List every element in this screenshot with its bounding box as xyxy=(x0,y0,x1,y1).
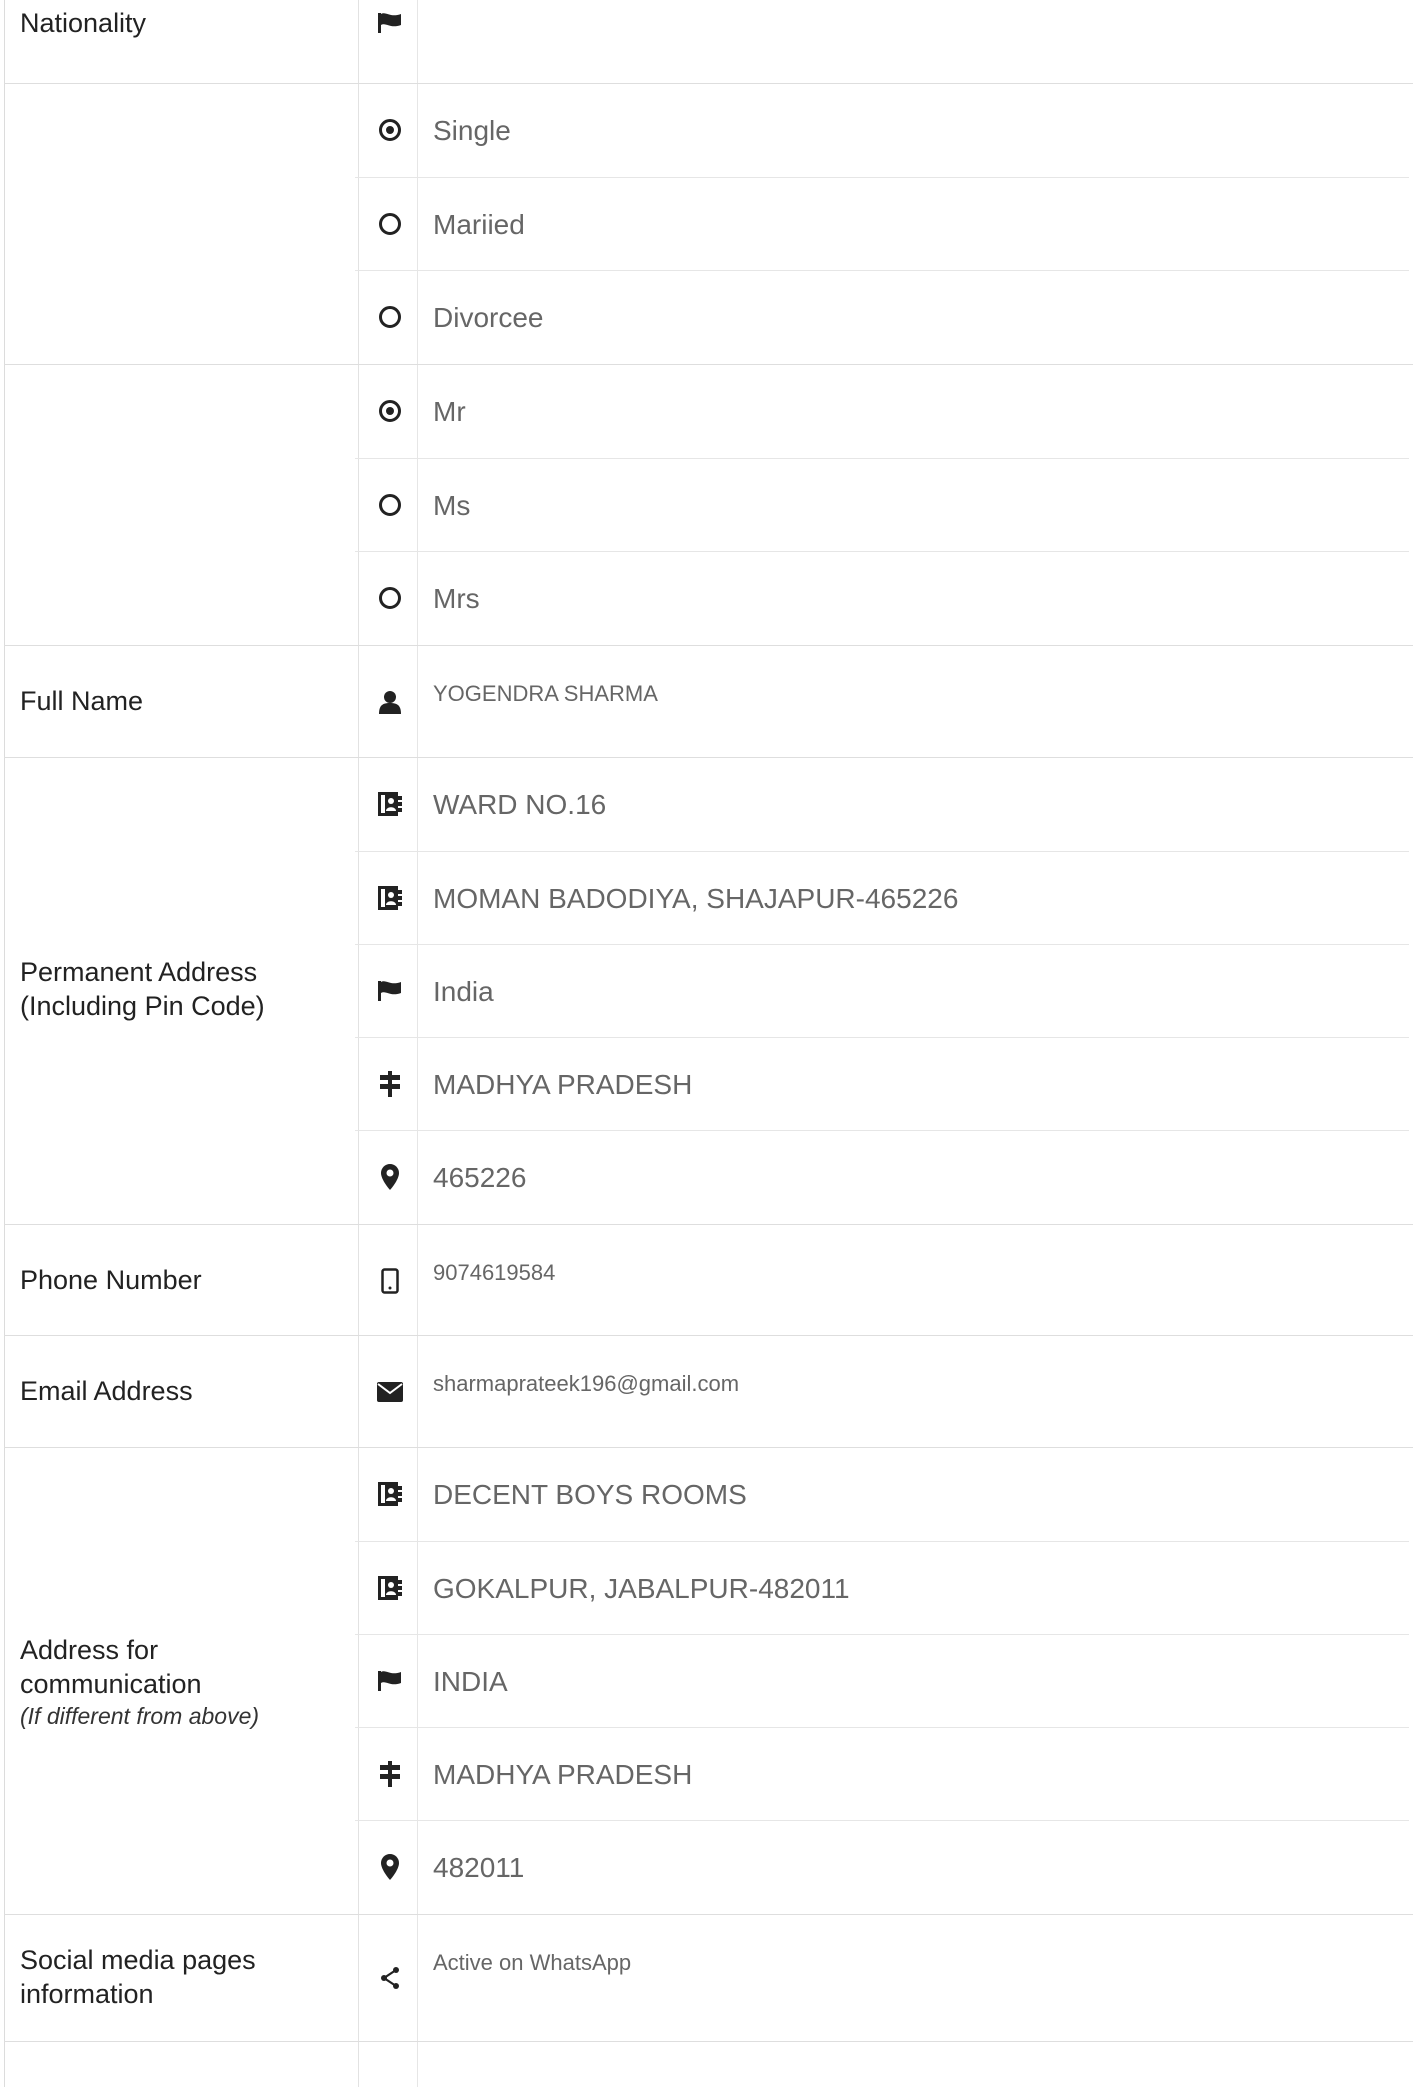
permanent-address-line1[interactable]: WARD NO.16 xyxy=(433,758,606,851)
communication-pin[interactable]: 482011 xyxy=(433,1821,524,1914)
email-field[interactable]: sharmaprateek196@gmail.com xyxy=(355,1336,1409,1447)
address-book-icon xyxy=(375,883,405,913)
radio-button-mrs[interactable] xyxy=(379,587,401,609)
communication-address-line2[interactable]: GOKALPUR, JABALPUR-482011 xyxy=(433,1542,850,1635)
social-media-field[interactable]: Active on WhatsApp xyxy=(355,1915,1409,2041)
radio-option-ms[interactable]: Ms xyxy=(355,458,1409,551)
radio-option-single[interactable]: Single xyxy=(355,84,1409,177)
radio-button-ms[interactable] xyxy=(379,494,401,516)
communication-address-row: Address for communication (If different … xyxy=(4,1447,1413,1914)
map-marker-icon xyxy=(375,1162,405,1192)
full-name-label: Full Name xyxy=(20,686,144,716)
radio-single-icon xyxy=(375,115,405,145)
permanent-country[interactable]: India xyxy=(433,945,494,1038)
flag-icon xyxy=(375,976,405,1006)
radio-label-ms: Ms xyxy=(433,490,471,521)
communication-country-field[interactable]: INDIA xyxy=(355,1634,1409,1727)
signpost-icon xyxy=(375,1759,405,1789)
email-label: Email Address xyxy=(20,1376,193,1406)
radio-ms-icon xyxy=(375,490,405,520)
permanent-address-line2[interactable]: MOMAN BADODIYA, SHAJAPUR-465226 xyxy=(433,852,958,945)
social-media-label-line2: information xyxy=(20,1979,154,2009)
marital-status-row: Single Mariied Divorcee xyxy=(4,83,1413,364)
communication-address-line1-field[interactable]: DECENT BOYS ROOMS xyxy=(355,1448,1409,1541)
social-media-label-line1: Social media pages xyxy=(20,1945,256,1975)
address-book-icon xyxy=(375,1479,405,1509)
communication-address-label-line1: Address for xyxy=(20,1635,159,1665)
email-row: Email Address sharmaprateek196@gmail.com xyxy=(4,1335,1413,1447)
permanent-state-field[interactable]: MADHYA PRADESH xyxy=(355,1037,1409,1130)
radio-mr-icon xyxy=(375,396,405,426)
radio-button-married[interactable] xyxy=(379,213,401,235)
radio-option-divorcee[interactable]: Divorcee xyxy=(355,270,1409,363)
permanent-pin[interactable]: 465226 xyxy=(433,1131,526,1224)
signpost-icon xyxy=(375,1069,405,1099)
radio-divorcee-icon xyxy=(375,302,405,332)
radio-label-single: Single xyxy=(433,115,511,146)
full-name-value[interactable]: YOGENDRA SHARMA xyxy=(433,679,658,709)
radio-option-mr[interactable]: Mr xyxy=(355,365,1409,458)
radio-married-icon xyxy=(375,209,405,239)
communication-pin-field[interactable]: 482011 xyxy=(355,1820,1409,1913)
email-value[interactable]: sharmaprateek196@gmail.com xyxy=(433,1369,739,1399)
application-form: Nationality Single Mariied Divorcee Mr M… xyxy=(0,0,1413,2087)
communication-address-note: (If different from above) xyxy=(20,1703,260,1729)
radio-button-mr[interactable] xyxy=(379,400,401,422)
radio-button-divorcee[interactable] xyxy=(379,306,401,328)
permanent-pin-field[interactable]: 465226 xyxy=(355,1130,1409,1223)
permanent-address-label-line1: Permanent Address xyxy=(20,957,258,987)
phone-row: Phone Number 9074619584 xyxy=(4,1224,1413,1335)
map-marker-icon xyxy=(375,1852,405,1882)
permanent-address-label-line2: (Including Pin Code) xyxy=(20,991,265,1021)
next-row xyxy=(4,2041,1413,2087)
communication-address-label-line2: communication xyxy=(20,1669,202,1699)
nationality-row: Nationality xyxy=(4,0,1413,83)
full-name-row: Full Name YOGENDRA SHARMA xyxy=(4,645,1413,757)
full-name-field[interactable]: YOGENDRA SHARMA xyxy=(355,646,1409,757)
permanent-address-label: Permanent Address (Including Pin Code) xyxy=(20,955,265,1023)
permanent-address-line2-field[interactable]: MOMAN BADODIYA, SHAJAPUR-465226 xyxy=(355,851,1409,944)
radio-label-mr: Mr xyxy=(433,396,466,427)
radio-label-married: Mariied xyxy=(433,209,525,240)
radio-label-divorcee: Divorcee xyxy=(433,302,544,333)
permanent-address-line1-field[interactable]: WARD NO.16 xyxy=(355,758,1409,851)
share-icon xyxy=(375,1963,405,1993)
address-book-icon xyxy=(375,1573,405,1603)
mobile-icon xyxy=(375,1266,405,1296)
radio-option-mrs[interactable]: Mrs xyxy=(355,551,1409,644)
communication-country[interactable]: INDIA xyxy=(433,1635,508,1728)
communication-state-field[interactable]: MADHYA PRADESH xyxy=(355,1727,1409,1820)
social-media-label: Social media pages information xyxy=(20,1943,256,2011)
radio-button-single[interactable] xyxy=(379,119,401,141)
flag-icon xyxy=(375,1666,405,1696)
address-book-icon xyxy=(375,789,405,819)
social-media-value[interactable]: Active on WhatsApp xyxy=(433,1948,631,1978)
nationality-label: Nationality xyxy=(20,8,147,38)
social-media-row: Social media pages information Active on… xyxy=(4,1914,1413,2041)
communication-address-line1[interactable]: DECENT BOYS ROOMS xyxy=(433,1448,747,1541)
radio-option-married[interactable]: Mariied xyxy=(355,177,1409,270)
communication-address-label: Address for communication (If different … xyxy=(20,1633,259,1731)
communication-address-line2-field[interactable]: GOKALPUR, JABALPUR-482011 xyxy=(355,1541,1409,1634)
envelope-icon xyxy=(375,1377,405,1407)
user-icon xyxy=(375,687,405,717)
permanent-address-row: Permanent Address (Including Pin Code) W… xyxy=(4,757,1413,1224)
radio-mrs-icon xyxy=(375,583,405,613)
permanent-state[interactable]: MADHYA PRADESH xyxy=(433,1038,692,1131)
flag-icon xyxy=(375,8,405,38)
permanent-country-field[interactable]: India xyxy=(355,944,1409,1037)
phone-label: Phone Number xyxy=(20,1265,202,1295)
phone-value[interactable]: 9074619584 xyxy=(433,1258,555,1288)
communication-state[interactable]: MADHYA PRADESH xyxy=(433,1728,692,1821)
phone-field[interactable]: 9074619584 xyxy=(355,1225,1409,1335)
nationality-field[interactable] xyxy=(355,0,1409,83)
radio-label-mrs: Mrs xyxy=(433,583,480,614)
title-row: Mr Ms Mrs xyxy=(4,364,1413,645)
